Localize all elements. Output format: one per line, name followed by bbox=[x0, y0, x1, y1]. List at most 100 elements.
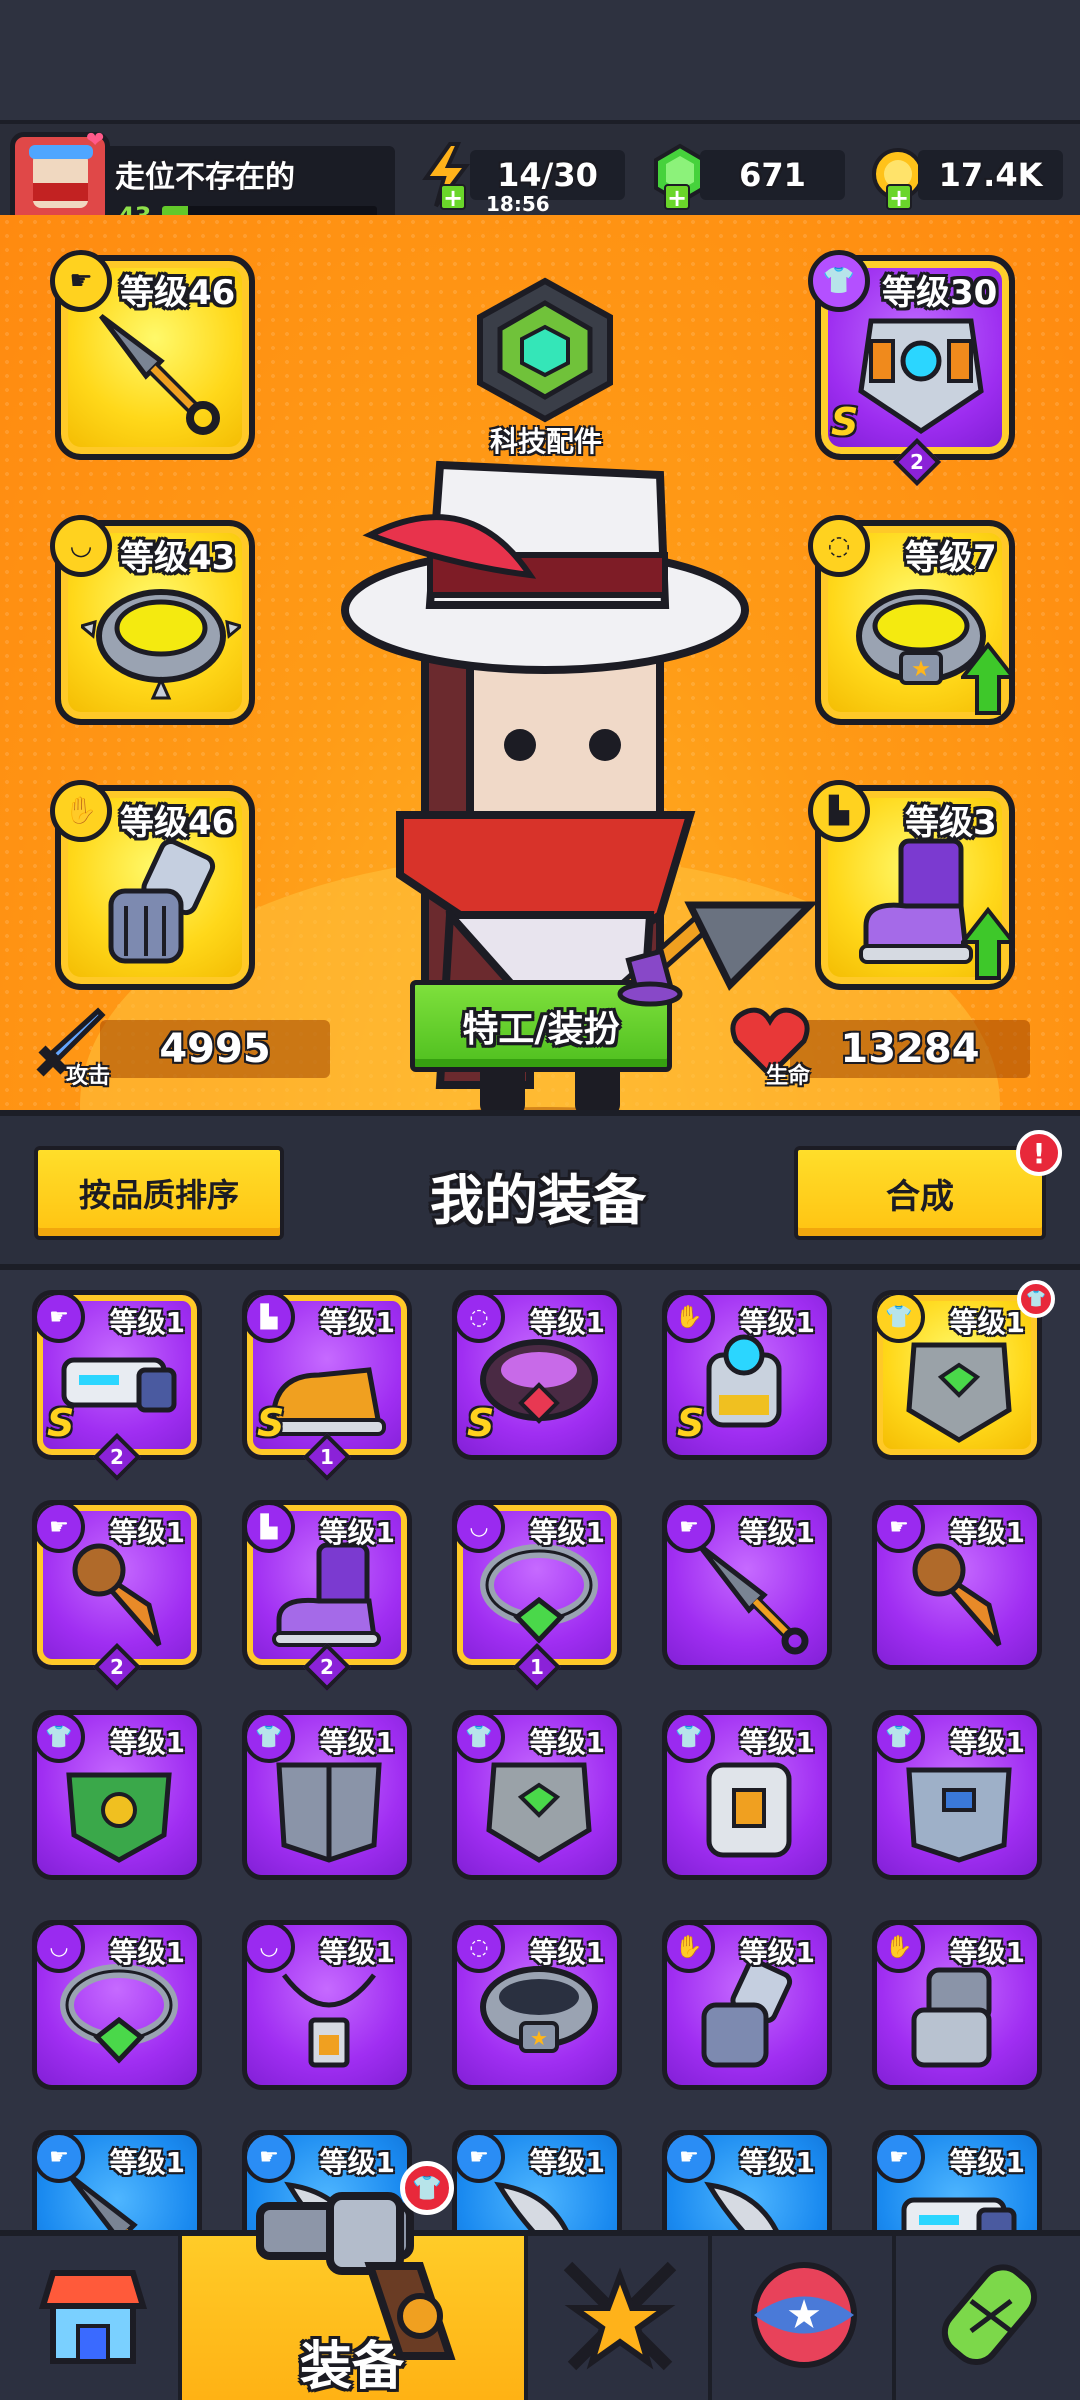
equipment-item[interactable]: ✋ 等级1 bbox=[872, 1920, 1042, 2090]
equipment-item[interactable]: ★ ◌ 等级1 bbox=[452, 1920, 622, 2090]
plus-icon[interactable]: + bbox=[440, 184, 466, 210]
coins-value: 17.4K bbox=[938, 156, 1043, 194]
armor-category-icon: 👕 bbox=[808, 250, 870, 312]
item-level: 等级1 bbox=[739, 1936, 815, 1969]
equipment-item[interactable]: ☛ 等级1 bbox=[452, 2130, 622, 2230]
weapon-cat-icon: ☛ bbox=[877, 2135, 925, 2183]
equipment-item[interactable]: ◌ 等级1 S bbox=[452, 1290, 622, 1460]
character-equipment-panel: ☛ 等级46 ◡ 等级43 ✋ 等级46 S 👕 等级30 2 ★ ◌ 等级7 … bbox=[0, 215, 1080, 1110]
equipment-item[interactable]: ✋ 等级1 bbox=[662, 1920, 832, 2090]
item-level: 等级1 bbox=[739, 2146, 815, 2179]
sort-by-quality-button[interactable]: 按品质排序 bbox=[34, 1146, 284, 1240]
equipment-item[interactable]: ☛ 等级1 bbox=[662, 2130, 832, 2230]
item-level: 等级1 bbox=[109, 2146, 185, 2179]
equipment-item[interactable]: ◡ 等级1 bbox=[242, 1920, 412, 2090]
health-value-box: 13284 bbox=[790, 1020, 1030, 1078]
boot-cat-icon: ▙ bbox=[247, 1505, 295, 1553]
item-level: 等级1 bbox=[739, 1726, 815, 1759]
boots-slot-level: 等级3 bbox=[905, 803, 997, 843]
item-rank: S bbox=[47, 1401, 75, 1445]
agent-outfit-label: 特工/装扮 bbox=[462, 1009, 620, 1050]
weapon-cat-icon: ☛ bbox=[877, 1505, 925, 1553]
belt-slot-level: 等级7 bbox=[905, 538, 997, 578]
equipment-item[interactable]: 👕 等级1 bbox=[32, 1710, 202, 1880]
top-hat-icon bbox=[617, 950, 683, 1007]
item-level: 等级1 bbox=[739, 1516, 815, 1549]
equipment-item[interactable]: 👕 等级1 bbox=[662, 1710, 832, 1880]
armor-slot-level: 等级30 bbox=[882, 273, 998, 313]
item-level: 等级1 bbox=[319, 1726, 395, 1759]
item-stars: 2 bbox=[320, 1655, 334, 1679]
nav-tab-events[interactable]: ★ bbox=[712, 2236, 896, 2400]
health-value: 13284 bbox=[840, 1026, 980, 1072]
necklace-category-icon: ◡ bbox=[50, 515, 112, 577]
equipment-item[interactable]: ☛ 等级1 bbox=[662, 1500, 832, 1670]
player-name: 走位不存在的 bbox=[115, 160, 295, 195]
item-level: 等级1 bbox=[319, 1516, 395, 1549]
armor-cat-icon: 👕 bbox=[877, 1295, 925, 1343]
item-stars: 1 bbox=[320, 1445, 334, 1469]
equipment-item[interactable]: ◡ 等级1 bbox=[32, 1920, 202, 2090]
weapon-cat-icon: ☛ bbox=[667, 1505, 715, 1553]
item-level: 等级1 bbox=[529, 1726, 605, 1759]
sort-by-quality-label: 按品质排序 bbox=[78, 1176, 239, 1214]
bottom-navigation: 装备 👕 ★ bbox=[0, 2161, 1080, 2400]
armor-stars: 2 bbox=[910, 450, 924, 474]
weapon-cat-icon: ☛ bbox=[37, 2135, 85, 2183]
armor-rank: S bbox=[831, 400, 859, 444]
plus-icon[interactable]: + bbox=[886, 184, 912, 210]
item-rank: S bbox=[257, 1401, 285, 1445]
plus-icon[interactable]: + bbox=[664, 184, 690, 210]
item-level: 等级1 bbox=[529, 1516, 605, 1549]
item-level: 等级1 bbox=[529, 1306, 605, 1339]
armor-cat-icon: 👕 bbox=[37, 1715, 85, 1763]
equipment-item[interactable]: ☛ 等级1 bbox=[872, 2130, 1042, 2230]
item-rank: S bbox=[677, 1401, 705, 1445]
mech-armor-icon bbox=[858, 318, 984, 435]
equipment-item[interactable]: 👕 等级1 bbox=[872, 1710, 1042, 1880]
item-level: 等级1 bbox=[739, 1306, 815, 1339]
armor-cat-icon: 👕 bbox=[457, 1715, 505, 1763]
weapon-slot-level: 等级46 bbox=[120, 273, 236, 313]
gems-value: 671 bbox=[739, 156, 806, 194]
top-resource-bar: ❤ 走位不存在的 43 + 14/30 18:56 + 671 + 17.4K bbox=[0, 120, 1080, 236]
equipment-item[interactable]: 👕 等级1 bbox=[452, 1710, 622, 1880]
nav-tab-shop[interactable] bbox=[0, 2236, 182, 2400]
necklace-slot-level: 等级43 bbox=[120, 538, 236, 578]
equipment-item[interactable]: ✋ 等级1 S bbox=[662, 1290, 832, 1460]
equipment-item[interactable]: ☛ 等级1 bbox=[872, 1500, 1042, 1670]
item-stars: 1 bbox=[530, 1655, 544, 1679]
nav-tab-heroes[interactable] bbox=[528, 2236, 712, 2400]
weapon-cat-icon: ☛ bbox=[37, 1505, 85, 1553]
item-stars: 2 bbox=[110, 1655, 124, 1679]
equipment-item[interactable]: ☛ 等级1 bbox=[32, 2130, 202, 2230]
nav-tab-lab[interactable] bbox=[896, 2236, 1080, 2400]
spiked-collar-icon bbox=[81, 589, 241, 700]
health-label: 生命 bbox=[766, 1064, 811, 1089]
nav-badge-icon: 👕 bbox=[400, 2161, 454, 2215]
attack-value-box: 4995 bbox=[100, 1020, 330, 1078]
gauntlet-icon bbox=[108, 839, 216, 964]
item-level: 等级1 bbox=[949, 1516, 1025, 1549]
armor-cat-icon: 👕 bbox=[247, 1715, 295, 1763]
equipment-item[interactable]: 👕 等级1 bbox=[872, 1290, 1042, 1460]
equipment-item[interactable]: 👕 等级1 bbox=[242, 1710, 412, 1880]
item-level: 等级1 bbox=[109, 1726, 185, 1759]
energy-value: 14/30 bbox=[497, 156, 598, 194]
merge-button[interactable]: 合成 bbox=[794, 1146, 1046, 1240]
system-status-area bbox=[0, 0, 1080, 120]
item-level: 等级1 bbox=[529, 2146, 605, 2179]
item-level: 等级1 bbox=[949, 1936, 1025, 1969]
item-level: 等级1 bbox=[949, 2146, 1025, 2179]
star-swords-icon bbox=[563, 2261, 677, 2371]
heart-frame-icon: ❤ bbox=[86, 128, 105, 153]
item-level: 等级1 bbox=[319, 1936, 395, 1969]
equipment-title: 我的装备 bbox=[430, 1169, 646, 1232]
svg-text:★: ★ bbox=[911, 657, 931, 682]
gloves-slot-level: 等级46 bbox=[120, 803, 236, 843]
item-level: 等级1 bbox=[949, 1726, 1025, 1759]
tech-parts-button[interactable] bbox=[470, 275, 620, 425]
glove-cat-icon: ✋ bbox=[667, 1925, 715, 1973]
energy-timer: 18:56 bbox=[486, 192, 550, 216]
belt-cat-icon: ◌ bbox=[457, 1925, 505, 1973]
